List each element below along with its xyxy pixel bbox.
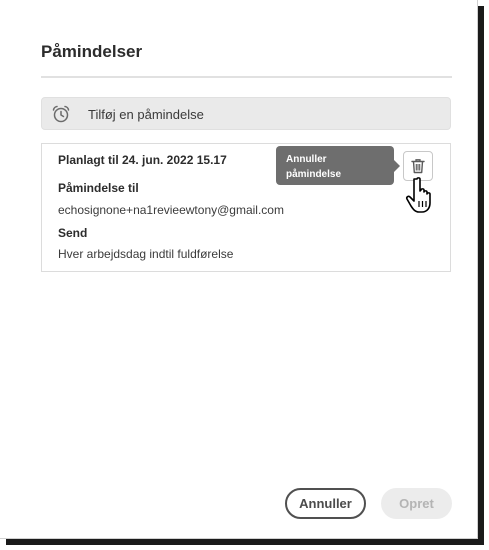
- create-button[interactable]: Opret: [381, 488, 452, 519]
- send-frequency: Hver arbejdsdag indtil fuldførelse: [58, 247, 234, 261]
- cancel-button[interactable]: Annuller: [285, 488, 366, 519]
- tooltip-line-2: påmindelse: [286, 169, 342, 180]
- recipient-heading: Påmindelse til: [58, 181, 139, 195]
- add-reminder-button[interactable]: Tilføj en påmindelse: [41, 97, 451, 130]
- cancel-reminder-tooltip: Annuller påmindelse: [276, 146, 400, 185]
- reminders-dialog: Påmindelser Tilføj en påmindelse Planlag…: [0, 0, 478, 539]
- dialog-title: Påmindelser: [41, 42, 143, 61]
- tooltip-line-1: Annuller: [286, 154, 327, 165]
- alarm-clock-icon: [51, 104, 71, 124]
- add-reminder-label: Tilføj en påmindelse: [88, 107, 204, 122]
- send-heading: Send: [58, 226, 88, 240]
- reminder-scheduled: Planlagt til 24. jun. 2022 15.17: [58, 153, 227, 167]
- recipient-email: echosignone+na1revieewtony@gmail.com: [58, 203, 284, 217]
- trash-icon: [411, 159, 425, 174]
- title-divider: [41, 76, 452, 78]
- hand-pointer-cursor-icon: [402, 176, 438, 214]
